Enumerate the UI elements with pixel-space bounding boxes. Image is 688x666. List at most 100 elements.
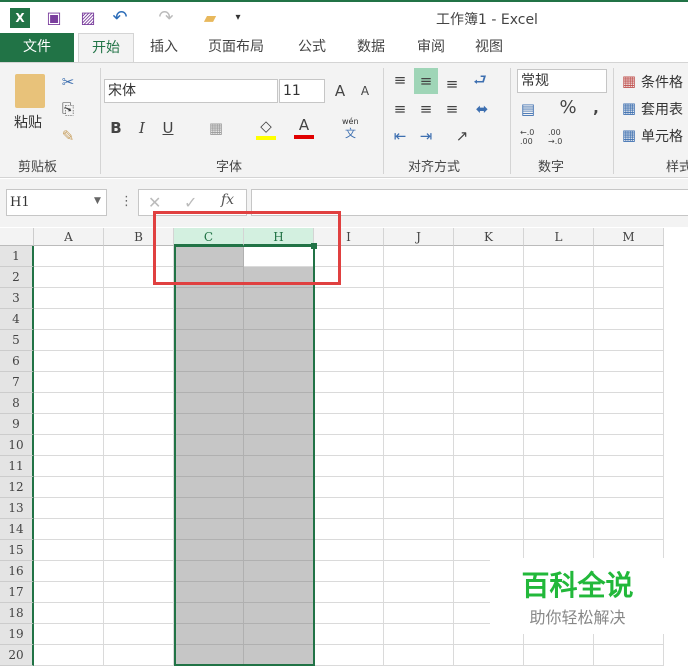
cell-L10[interactable] <box>524 435 594 456</box>
cell-I14[interactable] <box>314 519 384 540</box>
cell-B7[interactable] <box>104 372 174 393</box>
cell-I7[interactable] <box>314 372 384 393</box>
row-header-12[interactable]: 12 <box>0 477 34 498</box>
column-header-M[interactable]: M <box>594 228 664 246</box>
save-as-icon[interactable]: ▨ <box>78 8 98 28</box>
cell-A11[interactable] <box>34 456 104 477</box>
cell-M7[interactable] <box>594 372 664 393</box>
cell-H19[interactable] <box>244 624 314 645</box>
cell-L8[interactable] <box>524 393 594 414</box>
cell-B12[interactable] <box>104 477 174 498</box>
font-size-select[interactable]: 11 <box>279 79 325 103</box>
cell-L6[interactable] <box>524 351 594 372</box>
cell-J12[interactable] <box>384 477 454 498</box>
cell-C6[interactable] <box>174 351 244 372</box>
cell-H9[interactable] <box>244 414 314 435</box>
cell-L13[interactable] <box>524 498 594 519</box>
tab-page-layout[interactable]: 页面布局 <box>200 33 272 62</box>
cell-H5[interactable] <box>244 330 314 351</box>
cell-A4[interactable] <box>34 309 104 330</box>
cell-L12[interactable] <box>524 477 594 498</box>
row-header-11[interactable]: 11 <box>0 456 34 477</box>
cell-H8[interactable] <box>244 393 314 414</box>
row-header-19[interactable]: 19 <box>0 624 34 645</box>
open-folder-icon[interactable]: ▰ <box>200 8 220 28</box>
cell-C17[interactable] <box>174 582 244 603</box>
cell-K6[interactable] <box>454 351 524 372</box>
cell-J6[interactable] <box>384 351 454 372</box>
cell-A14[interactable] <box>34 519 104 540</box>
cell-H13[interactable] <box>244 498 314 519</box>
paste-icon[interactable] <box>15 74 45 108</box>
row-header-13[interactable]: 13 <box>0 498 34 519</box>
cell-styles-button[interactable]: 单元格 <box>641 126 683 146</box>
cell-H12[interactable] <box>244 477 314 498</box>
font-name-select[interactable]: 宋体 <box>104 79 278 103</box>
cell-I8[interactable] <box>314 393 384 414</box>
cell-B6[interactable] <box>104 351 174 372</box>
cell-M10[interactable] <box>594 435 664 456</box>
cell-B3[interactable] <box>104 288 174 309</box>
row-header-14[interactable]: 14 <box>0 519 34 540</box>
cell-B14[interactable] <box>104 519 174 540</box>
font-color-button[interactable]: A <box>294 115 314 139</box>
tab-review[interactable]: 审阅 <box>409 33 453 62</box>
cell-L2[interactable] <box>524 267 594 288</box>
cell-J8[interactable] <box>384 393 454 414</box>
cell-A2[interactable] <box>34 267 104 288</box>
cell-L5[interactable] <box>524 330 594 351</box>
row-header-18[interactable]: 18 <box>0 603 34 624</box>
row-header-7[interactable]: 7 <box>0 372 34 393</box>
cell-I6[interactable] <box>314 351 384 372</box>
align-left-icon[interactable]: ≡ <box>390 99 410 119</box>
cell-L3[interactable] <box>524 288 594 309</box>
cancel-button[interactable]: ✕ <box>148 193 161 212</box>
cell-C19[interactable] <box>174 624 244 645</box>
cell-M9[interactable] <box>594 414 664 435</box>
cell-C12[interactable] <box>174 477 244 498</box>
cell-I13[interactable] <box>314 498 384 519</box>
cell-L11[interactable] <box>524 456 594 477</box>
name-box[interactable]: H1 <box>6 189 107 216</box>
row-header-1[interactable]: 1 <box>0 246 34 267</box>
cell-K8[interactable] <box>454 393 524 414</box>
cell-C13[interactable] <box>174 498 244 519</box>
row-header-9[interactable]: 9 <box>0 414 34 435</box>
phonetic-guide-icon[interactable]: 文 <box>345 125 356 141</box>
cell-C7[interactable] <box>174 372 244 393</box>
cell-C18[interactable] <box>174 603 244 624</box>
select-all-button[interactable] <box>0 228 34 246</box>
format-as-table-button[interactable]: 套用表 <box>641 99 683 119</box>
row-header-3[interactable]: 3 <box>0 288 34 309</box>
cell-K12[interactable] <box>454 477 524 498</box>
cell-C15[interactable] <box>174 540 244 561</box>
cell-A12[interactable] <box>34 477 104 498</box>
cell-L7[interactable] <box>524 372 594 393</box>
cell-K4[interactable] <box>454 309 524 330</box>
tab-home[interactable]: 开始 <box>78 33 134 63</box>
tab-file[interactable]: 文件 <box>0 33 74 62</box>
cell-M4[interactable] <box>594 309 664 330</box>
row-header-16[interactable]: 16 <box>0 561 34 582</box>
borders-icon[interactable]: ▦ <box>206 118 226 138</box>
cell-B13[interactable] <box>104 498 174 519</box>
cell-B8[interactable] <box>104 393 174 414</box>
cell-H11[interactable] <box>244 456 314 477</box>
row-header-5[interactable]: 5 <box>0 330 34 351</box>
cell-M5[interactable] <box>594 330 664 351</box>
cell-C4[interactable] <box>174 309 244 330</box>
cell-styles-icon[interactable]: ▦ <box>619 125 639 145</box>
cell-B18[interactable] <box>104 603 174 624</box>
cell-L9[interactable] <box>524 414 594 435</box>
cell-J5[interactable] <box>384 330 454 351</box>
enter-button[interactable]: ✓ <box>184 193 197 212</box>
cell-L20[interactable] <box>524 645 594 666</box>
align-top-icon[interactable]: ≡ <box>390 70 410 90</box>
cell-H7[interactable] <box>244 372 314 393</box>
italic-button[interactable]: I <box>132 118 152 138</box>
tab-formulas[interactable]: 公式 <box>290 33 334 62</box>
name-box-dropdown-icon[interactable]: ▼ <box>94 196 101 206</box>
cell-I12[interactable] <box>314 477 384 498</box>
tab-data[interactable]: 数据 <box>349 33 393 62</box>
undo-icon[interactable]: ↶ <box>110 8 130 28</box>
